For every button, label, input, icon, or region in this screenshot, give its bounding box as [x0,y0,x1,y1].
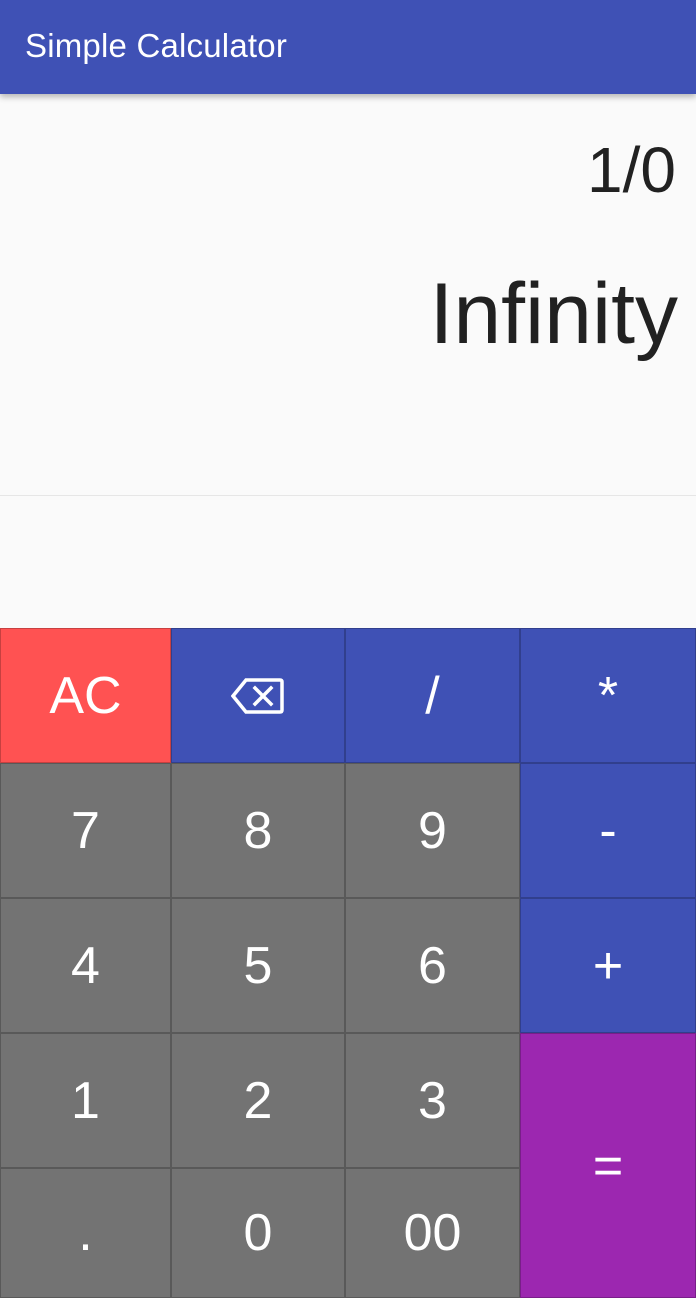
digit-3-button[interactable]: 3 [345,1033,520,1168]
clear-all-label: AC [49,666,122,725]
backspace-icon [231,676,285,716]
multiply-button[interactable]: * [520,628,696,763]
display-spacer [0,496,696,628]
digit-4-button[interactable]: 4 [0,898,171,1033]
app-bar: Simple Calculator [0,0,696,94]
equals-label: = [592,1136,624,1195]
digit-0-button[interactable]: 0 [171,1168,345,1298]
calculator-display: 1/0 Infinity [0,94,696,495]
double-zero-button[interactable]: 00 [345,1168,520,1298]
decimal-button[interactable]: . [0,1168,171,1298]
digit-9-label: 9 [418,801,447,860]
divide-label: / [425,666,440,725]
add-button[interactable]: + [520,898,696,1033]
digit-7-button[interactable]: 7 [0,763,171,898]
digit-0-label: 0 [243,1204,273,1262]
subtract-button[interactable]: - [520,763,696,898]
digit-5-label: 5 [243,936,273,995]
divide-button[interactable]: / [345,628,520,763]
digit-7-label: 7 [71,801,100,860]
digit-1-button[interactable]: 1 [0,1033,171,1168]
clear-all-button[interactable]: AC [0,628,171,763]
decimal-label: . [78,1204,93,1262]
equals-button[interactable]: = [520,1033,696,1298]
result-text: Infinity [429,266,678,362]
digit-8-button[interactable]: 8 [171,763,345,898]
multiply-label: * [597,666,619,725]
double-zero-label: 00 [403,1204,462,1262]
keypad: AC / * 7 8 9 - 4 5 6 + 1 2 3 = . 0 00 [0,628,696,1298]
digit-2-label: 2 [243,1071,273,1130]
digit-3-label: 3 [418,1071,447,1130]
digit-5-button[interactable]: 5 [171,898,345,1033]
app-title: Simple Calculator [25,27,288,64]
digit-6-button[interactable]: 6 [345,898,520,1033]
digit-8-label: 8 [243,801,273,860]
digit-2-button[interactable]: 2 [171,1033,345,1168]
digit-1-label: 1 [71,1071,100,1130]
subtract-label: - [599,801,617,860]
add-label: + [592,936,624,995]
digit-9-button[interactable]: 9 [345,763,520,898]
digit-4-label: 4 [71,936,100,995]
backspace-button[interactable] [171,628,345,763]
expression-text: 1/0 [587,134,676,206]
digit-6-label: 6 [418,936,447,995]
